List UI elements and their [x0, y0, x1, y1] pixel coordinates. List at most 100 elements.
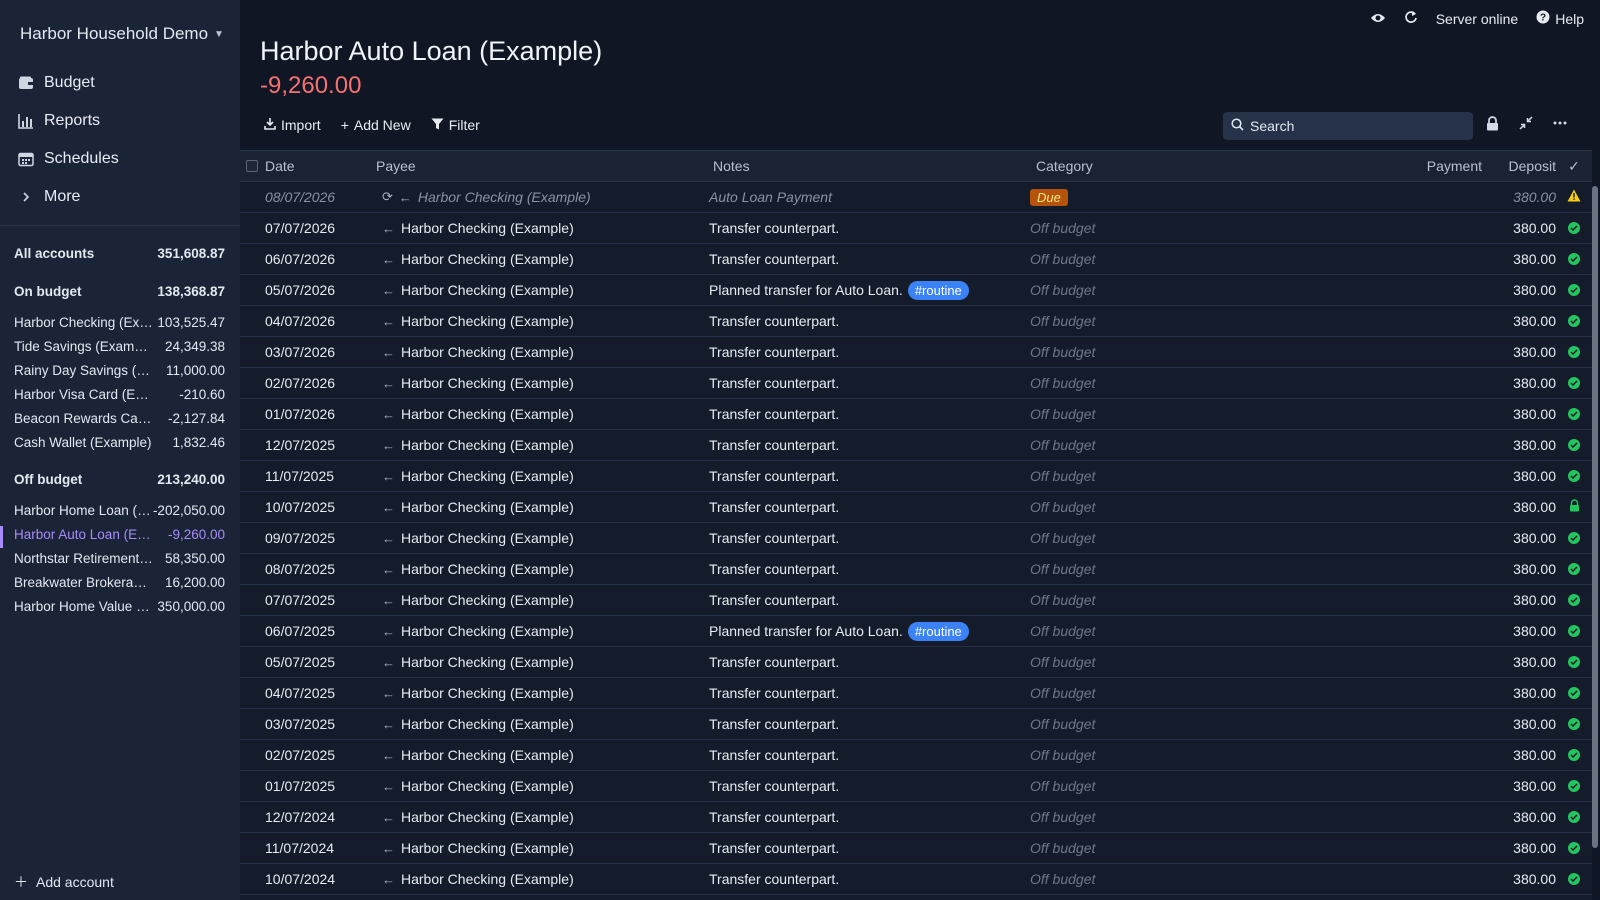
add-account-button[interactable]: ＋ Add account [14, 872, 114, 892]
category-cell[interactable]: Off budget [1030, 809, 1330, 825]
notes-cell[interactable]: Transfer counterpart. [700, 468, 1030, 484]
date-cell[interactable]: 05/07/2026 [264, 282, 374, 298]
category-cell[interactable]: Off budget [1030, 220, 1330, 236]
payee-cell[interactable]: ← Harbor Checking (Example) [374, 778, 700, 794]
date-cell[interactable]: 09/07/2025 [264, 530, 374, 546]
cleared-cell[interactable] [1556, 718, 1592, 730]
deposit-cell[interactable]: 380.00 [1482, 840, 1556, 856]
sidebar-item-reports[interactable]: Reports [18, 102, 228, 140]
cleared-cell[interactable] [1556, 408, 1592, 420]
table-row[interactable]: 02/07/2025 ← Harbor Checking (Example) Tran… [240, 740, 1592, 771]
deposit-cell[interactable]: 380.00 [1482, 685, 1556, 701]
table-row[interactable]: 03/07/2026 ← Harbor Checking (Example) Tran… [240, 337, 1592, 368]
column-header-category[interactable]: Category [1030, 158, 1330, 174]
category-cell[interactable]: Off budget [1030, 251, 1330, 267]
cleared-cell[interactable] [1556, 284, 1592, 296]
category-cell[interactable]: Off budget [1030, 313, 1330, 329]
table-row[interactable]: 11/07/2025 ← Harbor Checking (Example) Tran… [240, 461, 1592, 492]
date-cell[interactable]: 01/07/2025 [264, 778, 374, 794]
payee-cell[interactable]: ← Harbor Checking (Example) [374, 592, 700, 608]
payee-cell[interactable]: ← Harbor Checking (Example) [374, 716, 700, 732]
deposit-cell[interactable]: 380.00 [1482, 499, 1556, 515]
date-cell[interactable]: 10/07/2024 [264, 871, 374, 887]
notes-cell[interactable]: Transfer counterpart. [700, 747, 1030, 763]
date-cell[interactable]: 02/07/2025 [264, 747, 374, 763]
cleared-check-icon[interactable] [1568, 377, 1580, 389]
deposit-cell[interactable]: 380.00 [1482, 654, 1556, 670]
sidebar-account-item[interactable]: Northstar Retirement (Example) 58,350.00 [14, 546, 225, 570]
table-row[interactable]: 02/07/2026 ← Harbor Checking (Example) Tran… [240, 368, 1592, 399]
category-cell[interactable]: Off budget [1030, 375, 1330, 391]
cleared-check-icon[interactable] [1568, 563, 1580, 575]
column-header-payee[interactable]: Payee [374, 158, 700, 174]
date-cell[interactable]: 04/07/2026 [264, 313, 374, 329]
notes-cell[interactable]: Transfer counterpart. [700, 561, 1030, 577]
cleared-cell[interactable] [1556, 749, 1592, 761]
cleared-check-icon[interactable] [1568, 470, 1580, 482]
date-cell[interactable]: 04/07/2025 [264, 685, 374, 701]
payee-cell[interactable]: ← Harbor Checking (Example) [374, 623, 700, 639]
cleared-check-icon[interactable] [1568, 346, 1580, 358]
cleared-cell[interactable] [1556, 594, 1592, 606]
cleared-check-icon[interactable] [1568, 594, 1580, 606]
cleared-cell[interactable] [1556, 563, 1592, 575]
payee-cell[interactable]: ← Harbor Checking (Example) [374, 840, 700, 856]
help-button[interactable]: ? Help [1536, 10, 1584, 27]
category-cell[interactable]: Off budget [1030, 840, 1330, 856]
cleared-cell[interactable] [1556, 656, 1592, 668]
notes-cell[interactable]: Transfer counterpart. [700, 313, 1030, 329]
cleared-cell[interactable] [1556, 873, 1592, 885]
date-cell[interactable]: 03/07/2025 [264, 716, 374, 732]
date-cell[interactable]: 01/07/2026 [264, 406, 374, 422]
cleared-cell[interactable] [1556, 222, 1592, 234]
table-row[interactable]: 10/07/2025 ← Harbor Checking (Example) Tran… [240, 492, 1592, 523]
payee-cell[interactable]: ← Harbor Checking (Example) [374, 685, 700, 701]
cleared-cell[interactable] [1556, 189, 1592, 205]
table-row[interactable]: 08/07/2025 ← Harbor Checking (Example) Tran… [240, 554, 1592, 585]
column-header-deposit[interactable]: Deposit [1482, 158, 1556, 174]
deposit-cell[interactable]: 380.00 [1482, 530, 1556, 546]
reconciled-lock-icon[interactable] [1569, 499, 1580, 515]
table-row[interactable]: 03/07/2025 ← Harbor Checking (Example) Tran… [240, 709, 1592, 740]
category-cell[interactable]: Off budget [1030, 654, 1330, 670]
column-header-date[interactable]: Date [264, 158, 374, 174]
cleared-check-icon[interactable] [1568, 532, 1580, 544]
notes-cell[interactable]: Transfer counterpart. [700, 685, 1030, 701]
cleared-check-icon[interactable] [1568, 625, 1580, 637]
table-row[interactable]: 01/07/2025 ← Harbor Checking (Example) Tran… [240, 771, 1592, 802]
deposit-cell[interactable]: 380.00 [1482, 313, 1556, 329]
notes-cell[interactable]: Planned transfer for Auto Loan. #routine [700, 621, 1030, 641]
sidebar-item-budget[interactable]: Budget [18, 64, 228, 102]
sidebar-account-item[interactable]: Breakwater Brokerage (Example) 16,200.00 [14, 570, 225, 594]
category-cell[interactable]: Off budget [1030, 468, 1330, 484]
sidebar-item-schedules[interactable]: Schedules [18, 140, 228, 178]
cleared-check-icon[interactable] [1568, 749, 1580, 761]
category-cell[interactable]: Off budget [1030, 561, 1330, 577]
payee-cell[interactable]: ← Harbor Checking (Example) [374, 437, 700, 453]
search-input[interactable] [1250, 118, 1450, 134]
sidebar-item-more[interactable]: More [18, 178, 228, 216]
table-row[interactable]: 05/07/2026 ← Harbor Checking (Example) Plan… [240, 275, 1592, 306]
account-group-off-budget[interactable]: Off budget 213,240.00 [14, 466, 225, 492]
payee-cell[interactable]: ← Harbor Checking (Example) [374, 871, 700, 887]
sidebar-account-item[interactable]: Harbor Home Loan (Example)-202,050.00 [14, 498, 225, 522]
date-cell[interactable]: 02/07/2026 [264, 375, 374, 391]
notes-cell[interactable]: Transfer counterpart. [700, 716, 1030, 732]
sidebar-account-item[interactable]: Harbor Auto Loan (Example) -9,260.00 [14, 522, 225, 546]
account-title[interactable]: Harbor Auto Loan (Example) [260, 36, 602, 67]
cleared-cell[interactable] [1556, 842, 1592, 854]
sidebar-account-item[interactable]: Harbor Checking (Example)103,525.47 [14, 310, 225, 334]
table-row[interactable]: 11/07/2024 ← Harbor Checking (Example) Tran… [240, 833, 1592, 864]
deposit-cell[interactable]: 380.00 [1482, 251, 1556, 267]
due-badge[interactable]: Due [1030, 189, 1068, 206]
deposit-cell[interactable]: 380.00 [1482, 437, 1556, 453]
cleared-cell[interactable] [1556, 470, 1592, 482]
cleared-check-icon[interactable] [1568, 656, 1580, 668]
date-cell[interactable]: 08/07/2025 [264, 561, 374, 577]
date-cell[interactable]: 10/07/2025 [264, 499, 374, 515]
payee-cell[interactable]: ← Harbor Checking (Example) [374, 530, 700, 546]
payee-cell[interactable]: ← Harbor Checking (Example) [374, 468, 700, 484]
notes-cell[interactable]: Transfer counterpart. [700, 220, 1030, 236]
category-cell[interactable]: Off budget [1030, 623, 1330, 639]
collapse-icon[interactable] [1519, 116, 1533, 134]
